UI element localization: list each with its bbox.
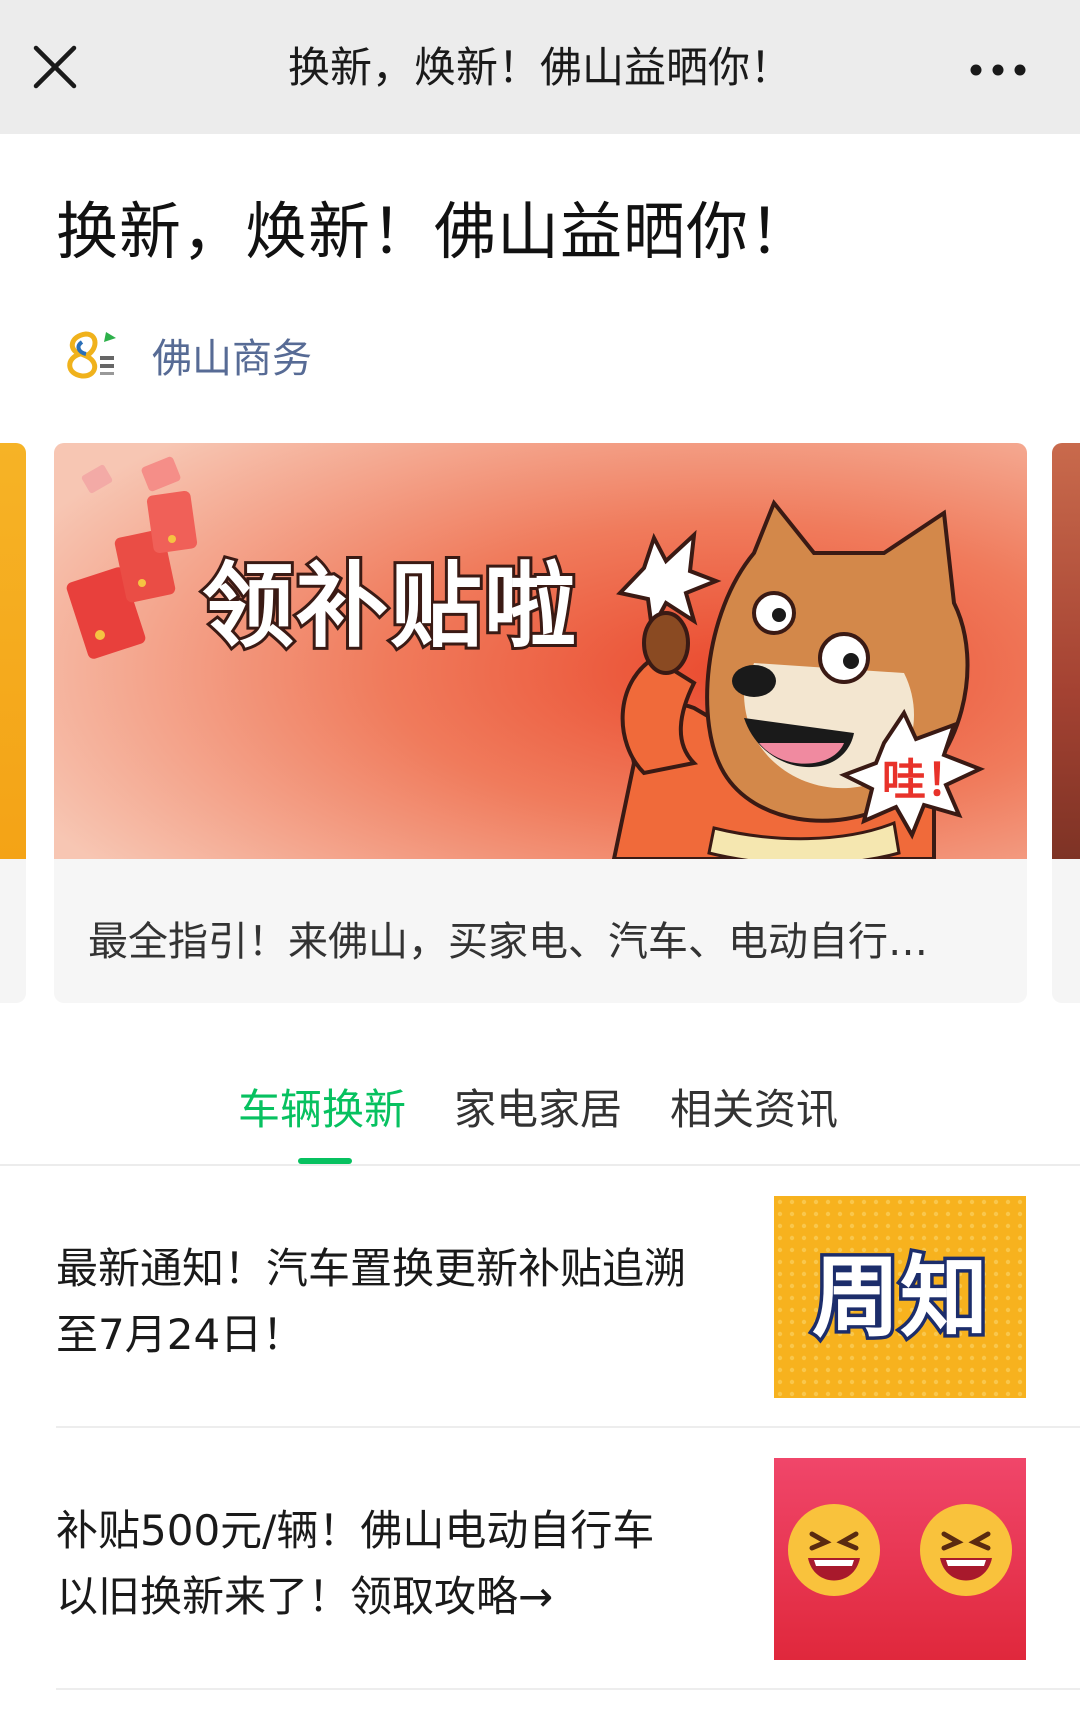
news-title-line: 补贴500元/辆！佛山电动自行车: [56, 1506, 655, 1555]
account-name-link[interactable]: 佛山商务: [152, 326, 312, 384]
news-title: 最新通知！汽车置换更新补贴追溯 至7月24日！: [56, 1236, 746, 1368]
thumbnail-label: 周知: [812, 1246, 988, 1349]
page-title: 换新，焕新！佛山益晒你！: [56, 195, 813, 268]
news-thumbnail: [774, 1458, 1026, 1660]
carousel-caption: 最全指引！来佛山，买家电、汽车、电动自行…: [88, 919, 928, 965]
top-nav-bar: 换新，焕新！佛山益晒你！: [0, 0, 1080, 134]
laughing-emoji-icon: [788, 1504, 880, 1596]
news-title-line: 以旧换新来了！领取攻略→: [56, 1572, 554, 1621]
carousel-next-card[interactable]: [1052, 443, 1080, 1003]
more-options-icon[interactable]: [968, 50, 1028, 90]
active-tab-indicator: [298, 1158, 352, 1164]
laughing-emoji-icon: [920, 1504, 1012, 1596]
carousel-card[interactable]: 领补贴啦 哇！ 最全指引！来佛山，买家电、汽车、电动自行…: [54, 443, 1027, 1003]
tab-related-news[interactable]: 相关资讯: [670, 1080, 838, 1140]
tab-vehicle-renewal[interactable]: 车辆换新: [238, 1080, 406, 1140]
account-logo-icon[interactable]: [56, 322, 122, 388]
news-title: 补贴500元/辆！佛山电动自行车 以旧换新来了！领取攻略→: [56, 1498, 746, 1630]
news-title-line: 最新通知！汽车置换更新补贴追溯: [56, 1244, 687, 1293]
banner-image: 领补贴啦 哇！: [54, 443, 1027, 859]
category-tabs: 车辆换新 家电家居 相关资讯: [0, 1060, 1080, 1166]
carousel-prev-card[interactable]: [0, 443, 26, 1003]
list-item[interactable]: 最新通知！汽车置换更新补贴追溯 至7月24日！ 周知: [56, 1196, 1026, 1458]
news-title-line: 至7月24日！: [56, 1310, 305, 1359]
list-divider: [56, 1688, 1080, 1690]
account-row[interactable]: 佛山商务: [56, 320, 312, 390]
news-thumbnail: 周知: [774, 1196, 1026, 1398]
list-item[interactable]: 补贴500元/辆！佛山电动自行车 以旧换新来了！领取攻略→: [56, 1458, 1026, 1720]
article-carousel[interactable]: 领补贴啦 哇！ 最全指引！来佛山，买家电、汽车、电动自行…: [0, 443, 1080, 1003]
close-icon[interactable]: [30, 42, 80, 92]
list-divider: [56, 1426, 1080, 1428]
banner-headline: 领补贴啦: [202, 553, 578, 660]
tab-appliances-home[interactable]: 家电家居: [454, 1080, 622, 1140]
banner-exclaim: 哇！: [882, 755, 970, 806]
nav-title: 换新，焕新！佛山益晒你！: [287, 43, 792, 92]
